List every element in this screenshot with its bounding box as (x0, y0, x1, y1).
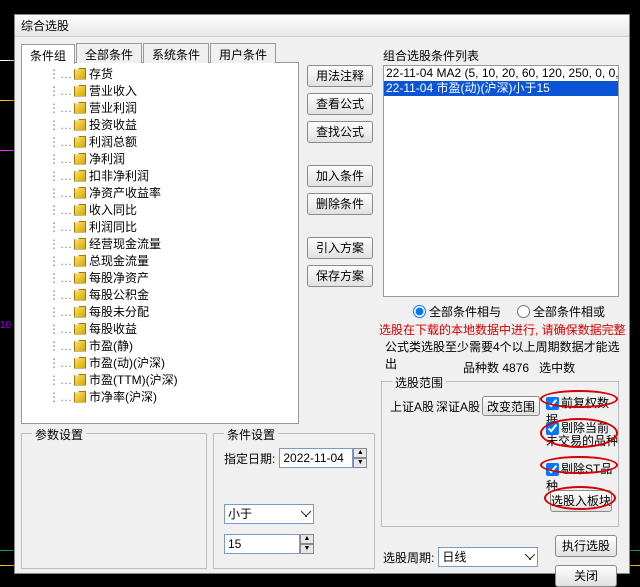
tree-item[interactable]: ⋮…营业收入 (26, 82, 294, 99)
close-button[interactable]: 关闭 (555, 565, 617, 587)
tree-item[interactable]: ⋮…收入同比 (26, 201, 294, 218)
date-down-button[interactable]: ▼ (353, 458, 367, 468)
radio-and[interactable]: 全部条件相与 (413, 303, 501, 320)
tree-item[interactable]: ⋮…存货 (26, 65, 294, 82)
folder-icon (74, 391, 86, 403)
tab-user-conditions[interactable]: 用户条件 (210, 43, 276, 63)
stock-filter-dialog: 综合选股 条件组 全部条件 系统条件 用户条件 ⋮…存货⋮…营业收入⋮…营业利润… (14, 14, 630, 574)
condition-list-label: 组合选股条件列表 (383, 47, 479, 64)
usage-notes-button[interactable]: 用法注释 (307, 65, 373, 87)
exclude-st-checkbox[interactable]: 剔除ST品种 (546, 460, 618, 494)
condition-tree[interactable]: ⋮…存货⋮…营业收入⋮…营业利润⋮…投资收益⋮…利润总额⋮…净利润⋮…扣非净利润… (21, 62, 299, 424)
folder-icon (74, 170, 86, 182)
save-plan-button[interactable]: 保存方案 (307, 265, 373, 287)
list-item[interactable]: 22-11-04 MA2 (5, 10, 20, 60, 120, 250, 0… (384, 66, 618, 81)
delete-condition-button[interactable]: 删除条件 (307, 193, 373, 215)
data-warning-text: 选股在下载的本地数据中进行, 请确保数据完整 (379, 321, 626, 338)
folder-icon (74, 374, 86, 386)
folder-icon (74, 119, 86, 131)
tab-all-conditions[interactable]: 全部条件 (76, 43, 142, 63)
radio-or[interactable]: 全部条件相或 (517, 303, 605, 320)
tree-item[interactable]: ⋮…营业利润 (26, 99, 294, 116)
tree-item[interactable]: ⋮…净利润 (26, 150, 294, 167)
tree-item[interactable]: ⋮…投资收益 (26, 116, 294, 133)
value-down-button[interactable]: ▼ (300, 544, 314, 554)
list-item[interactable]: 22-11-04 市盈(动)(沪深)小于15 (384, 81, 618, 96)
tree-item[interactable]: ⋮…扣非净利润 (26, 167, 294, 184)
folder-icon (74, 357, 86, 369)
folder-icon (74, 136, 86, 148)
tree-item[interactable]: ⋮…每股收益 (26, 320, 294, 337)
folder-icon (74, 272, 86, 284)
tree-item[interactable]: ⋮…每股未分配 (26, 303, 294, 320)
import-plan-button[interactable]: 引入方案 (307, 237, 373, 259)
tree-item[interactable]: ⋮…经营现金流量 (26, 235, 294, 252)
tree-item[interactable]: ⋮…每股净资产 (26, 269, 294, 286)
tree-item[interactable]: ⋮…市盈(动)(沪深) (26, 354, 294, 371)
cycle-label: 选股周期: (383, 549, 434, 566)
folder-icon (74, 323, 86, 335)
tree-item[interactable]: ⋮…市盈(静) (26, 337, 294, 354)
window-title: 综合选股 (15, 15, 629, 37)
folder-icon (74, 102, 86, 114)
counts-text: 品种数 4876 选中数 (463, 359, 575, 376)
tree-item[interactable]: ⋮…市盈(TTM)(沪深) (26, 371, 294, 388)
param-fieldset: 参数设置 (21, 433, 207, 569)
condition-list[interactable]: 22-11-04 MA2 (5, 10, 20, 60, 120, 250, 0… (383, 65, 619, 297)
folder-icon (74, 153, 86, 165)
tree-item[interactable]: ⋮…利润同比 (26, 218, 294, 235)
date-input[interactable] (279, 448, 353, 468)
action-column: 用法注释 查看公式 查找公式 加入条件 删除条件 引入方案 保存方案 (307, 65, 373, 287)
operator-select[interactable]: 小于 (224, 504, 314, 524)
folder-icon (74, 204, 86, 216)
date-up-button[interactable]: ▲ (353, 448, 367, 458)
cycle-row: 选股周期: 日线 (383, 547, 538, 567)
sz-label: 深证A股 (436, 398, 480, 415)
tree-item[interactable]: ⋮…总现金流量 (26, 252, 294, 269)
tab-system-conditions[interactable]: 系统条件 (143, 43, 209, 63)
scope-fieldset: 选股范围 上证A股 深证A股 改变范围 前复权数据 剔除当前未交易的品种 剔除S… (381, 381, 619, 527)
value-input[interactable] (224, 534, 300, 554)
view-formula-button[interactable]: 查看公式 (307, 93, 373, 115)
folder-icon (74, 238, 86, 250)
date-label: 指定日期: (224, 450, 275, 467)
value-up-button[interactable]: ▲ (300, 534, 314, 544)
folder-icon (74, 187, 86, 199)
sh-label: 上证A股 (390, 398, 434, 415)
tree-item[interactable]: ⋮…利润总额 (26, 133, 294, 150)
find-formula-button[interactable]: 查找公式 (307, 121, 373, 143)
add-condition-button[interactable]: 加入条件 (307, 165, 373, 187)
folder-icon (74, 340, 86, 352)
folder-icon (74, 85, 86, 97)
folder-icon (74, 221, 86, 233)
tabbar: 条件组 全部条件 系统条件 用户条件 (21, 43, 277, 63)
tree-item[interactable]: ⋮…市净率(沪深) (26, 388, 294, 405)
condition-fieldset: 条件设置 指定日期: ▲ ▼ 小于 (213, 433, 375, 569)
run-button[interactable]: 执行选股 (555, 535, 617, 557)
tree-item[interactable]: ⋮…每股公积金 (26, 286, 294, 303)
to-block-button[interactable]: 选股入板块 (550, 490, 612, 512)
folder-icon (74, 289, 86, 301)
cycle-select[interactable]: 日线 (438, 547, 538, 567)
change-scope-button[interactable]: 改变范围 (482, 396, 540, 416)
exclude-nontrading-checkbox[interactable]: 剔除当前未交易的品种 (546, 422, 618, 448)
tree-item[interactable]: ⋮…净资产收益率 (26, 184, 294, 201)
folder-icon (74, 306, 86, 318)
folder-icon (74, 68, 86, 80)
logic-radio-group: 全部条件相与 全部条件相或 (413, 303, 605, 320)
folder-icon (74, 255, 86, 267)
tab-condition-group[interactable]: 条件组 (21, 44, 75, 64)
